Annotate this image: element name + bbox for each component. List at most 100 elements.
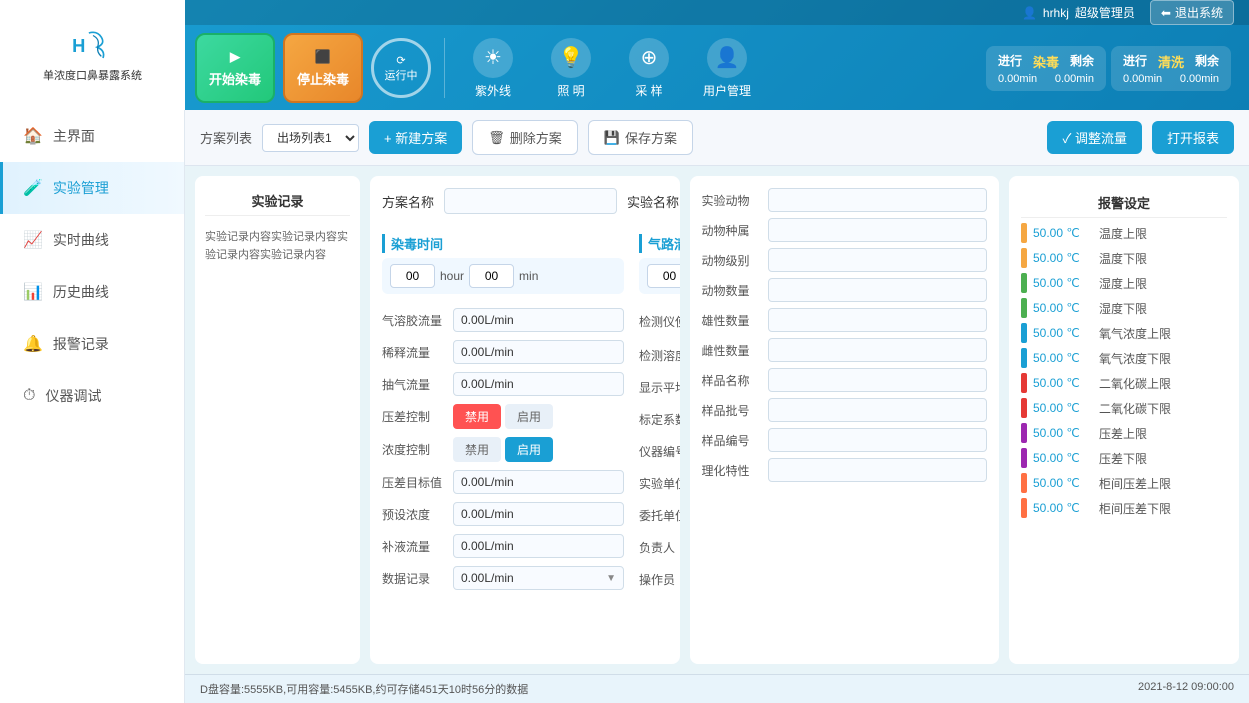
status-bar: D盘容量:5555KB,可用容量:5455KB,约可存储451天10时56分的数… (185, 674, 1249, 703)
sidebar-item-alarm[interactable]: 🔔 报警记录 (0, 318, 184, 370)
preset-conc-input[interactable] (453, 502, 624, 526)
extract-input[interactable] (453, 372, 624, 396)
form-row-entrust-unit: 委托单位 🏛 (639, 499, 680, 531)
form-row-preset-conc: 预设浓度 (382, 498, 624, 530)
sample-button[interactable]: ⊕ 采 样 (614, 38, 684, 99)
form-row-extract: 抽气流量 (382, 368, 624, 400)
alarm-value-7[interactable]: 50.00 ℃ (1033, 401, 1093, 415)
start-poison-button[interactable]: ▶ 开始染毒 (195, 33, 275, 103)
form-row-conc-ctrl: 浓度控制 禁用 启用 (382, 433, 624, 466)
conc-ctrl-on[interactable]: 禁用 (453, 437, 501, 462)
running-status-button[interactable]: ⟳ 运行中 (371, 38, 431, 98)
sidebar-item-exp[interactable]: 🧪 实验管理 (0, 162, 184, 214)
sidebar-item-debug[interactable]: ⏱ 仪器调试 (0, 370, 184, 422)
extract-label: 抽气流量 (382, 376, 447, 393)
animal-fields: 实验动物 动物种属 动物级别 动物数量 (702, 188, 988, 482)
sidebar-debug-label: 仪器调试 (45, 386, 101, 406)
pressure-target-input[interactable] (453, 470, 624, 494)
alarm-indicator-3 (1021, 298, 1027, 318)
alarm-value-6[interactable]: 50.00 ℃ (1033, 376, 1093, 390)
female-count-label: 雌性数量 (702, 342, 762, 359)
liquid-input[interactable] (453, 534, 624, 558)
alarm-value-4[interactable]: 50.00 ℃ (1033, 326, 1093, 340)
logo-area: H 单浓度口鼻暴露系统 (0, 0, 185, 110)
logout-button[interactable]: ⬅ 退出系统 (1150, 0, 1234, 25)
alarm-value-0[interactable]: 50.00 ℃ (1033, 226, 1093, 240)
female-count-input[interactable] (768, 338, 988, 362)
male-count-input[interactable] (768, 308, 988, 332)
alarm-value-11[interactable]: 50.00 ℃ (1033, 501, 1093, 515)
animal-row-sample-name: 样品名称 (702, 368, 988, 392)
pressure-ctrl-on[interactable]: 禁用 (453, 404, 501, 429)
sample-label: 采 样 (635, 82, 662, 99)
sidebar-item-home[interactable]: 🏠 主界面 (0, 110, 184, 162)
alarm-indicator-8 (1021, 423, 1027, 443)
adjust-flow-button[interactable]: ✓ 调整流量 (1047, 121, 1142, 154)
phys-chem-input[interactable] (768, 458, 988, 482)
alarm-indicator-11 (1021, 498, 1027, 518)
alarm-value-5[interactable]: 50.00 ℃ (1033, 351, 1093, 365)
sample-batch-input[interactable] (768, 398, 988, 422)
sidebar-home-label: 主界面 (53, 126, 95, 146)
gas-hour-input[interactable] (647, 264, 680, 288)
light-button[interactable]: 💡 照 明 (536, 38, 606, 99)
poison-remaining: 剩余 (1070, 52, 1094, 71)
open-report-button[interactable]: 打开报表 (1152, 121, 1234, 154)
operator-label: 操作员 (639, 571, 680, 588)
aerosol-input[interactable] (453, 308, 624, 332)
alarm-indicator-10 (1021, 473, 1027, 493)
clean-remaining: 剩余 (1195, 52, 1219, 71)
alarm-value-8[interactable]: 50.00 ℃ (1033, 426, 1093, 440)
pressure-ctrl-off[interactable]: 启用 (505, 404, 553, 429)
sidebar-item-history[interactable]: 📊 历史曲线 (0, 266, 184, 318)
mid-left: 染毒时间 hour min 气溶胶流量 (382, 226, 624, 595)
exp-animal-label: 实验动物 (702, 192, 762, 209)
dilute-input[interactable] (453, 340, 624, 364)
user-mgmt-button[interactable]: 👤 用户管理 (692, 38, 762, 99)
delete-icon: 🗑 (488, 130, 505, 146)
sample-name-input[interactable] (768, 368, 988, 392)
alarm-value-1[interactable]: 50.00 ℃ (1033, 251, 1093, 265)
poison-min-input[interactable] (469, 264, 514, 288)
alarm-value-10[interactable]: 50.00 ℃ (1033, 476, 1093, 490)
alarm-value-3[interactable]: 50.00 ℃ (1033, 301, 1093, 315)
animal-level-input[interactable] (768, 248, 988, 272)
user-icon: 👤 (1022, 6, 1037, 20)
alarm-label-5: 氧气浓度下限 (1099, 350, 1171, 367)
alarm-indicator-6 (1021, 373, 1027, 393)
alarm-indicator-5 (1021, 348, 1027, 368)
alarm-row-2: 50.00 ℃ 湿度上限 (1021, 273, 1227, 293)
scheme-select[interactable]: 出场列表1 (262, 124, 359, 152)
alarm-value-2[interactable]: 50.00 ℃ (1033, 276, 1093, 290)
delete-scheme-button[interactable]: 🗑 删除方案 (472, 120, 578, 155)
alarm-settings-title: 报警设定 (1021, 188, 1227, 218)
save-icon: 💾 (604, 130, 620, 146)
alarm-label-8: 压差上限 (1099, 425, 1147, 442)
animal-species-input[interactable] (768, 218, 988, 242)
poison-hour-input[interactable] (390, 264, 435, 288)
sample-no-input[interactable] (768, 428, 988, 452)
animal-count-input[interactable] (768, 278, 988, 302)
data-record-select[interactable]: 0.00L/min ▼ (453, 566, 624, 590)
conc-ctrl-off[interactable]: 启用 (505, 437, 553, 462)
form-row-detect-range: 检测溶度范围 0.00L/min ▼ (639, 339, 680, 371)
alarm-row-3: 50.00 ℃ 湿度下限 (1021, 298, 1227, 318)
alarm-row-4: 50.00 ℃ 氧气浓度上限 (1021, 323, 1227, 343)
stop-poison-button[interactable]: ⬛ 停止染毒 (283, 33, 363, 103)
gas-clean-time-row: hour min (639, 258, 680, 294)
scheme-name-input[interactable] (444, 188, 617, 214)
save-scheme-button[interactable]: 💾 保存方案 (588, 120, 693, 155)
uv-button[interactable]: ☀ 紫外线 (458, 38, 528, 99)
alarm-row-1: 50.00 ℃ 温度下限 (1021, 248, 1227, 268)
alarm-label-2: 湿度上限 (1099, 275, 1147, 292)
form-row-pressure-target: 压差目标值 (382, 466, 624, 498)
nav-area: 👤 hrhkj 超级管理员 ⬅ 退出系统 ▶ 开始染毒 ⬛ 停止染毒 ⟳ 运行中 (185, 0, 1249, 110)
exp-record-content: 实验记录内容实验记录内容实验记录内容实验记录内容 (205, 229, 350, 264)
new-scheme-button[interactable]: + 新建方案 (369, 121, 462, 154)
exp-animal-input[interactable] (768, 188, 988, 212)
sidebar-item-realtime[interactable]: 📈 实时曲线 (0, 214, 184, 266)
delete-label: 删除方案 (510, 128, 562, 147)
app-title: 单浓度口鼻暴露系统 (43, 67, 142, 83)
alarm-settings-panel: 报警设定 50.00 ℃ 温度上限 50.00 ℃ 温度下限 50.00 ℃ 湿… (1009, 176, 1239, 664)
alarm-value-9[interactable]: 50.00 ℃ (1033, 451, 1093, 465)
